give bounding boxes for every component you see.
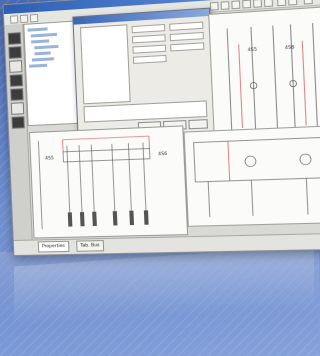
toolbar-button[interactable]	[231, 0, 241, 10]
project-tree[interactable]	[23, 20, 79, 127]
properties-dialog	[72, 7, 216, 139]
schematic-label: 4S6	[158, 151, 168, 158]
toolbar-button[interactable]	[242, 0, 252, 9]
tree-item[interactable]	[34, 51, 51, 56]
toolbar-button[interactable]	[19, 14, 29, 24]
tool-icon[interactable]	[10, 88, 24, 101]
tool-icon[interactable]	[10, 102, 25, 115]
schematic-label: 4S5	[45, 156, 54, 162]
toolbar-button[interactable]	[277, 0, 287, 7]
tool-icon[interactable]	[11, 116, 25, 129]
dialog-field[interactable]	[132, 44, 167, 54]
dialog-list-pane[interactable]	[79, 24, 131, 105]
tree-item[interactable]	[30, 32, 57, 38]
tab-bus[interactable]: Tab. Bus	[76, 240, 104, 252]
schematic-lower-svg	[30, 126, 187, 237]
schematic-lower-panel[interactable]: 4S5 4S6	[28, 125, 189, 239]
toolbar-button[interactable]	[263, 0, 274, 8]
toolbar-button[interactable]	[252, 0, 263, 8]
toolbar-button[interactable]	[29, 13, 39, 23]
toolbar-button[interactable]	[303, 0, 313, 5]
tree-item[interactable]	[34, 44, 59, 50]
tool-icon[interactable]	[8, 46, 22, 59]
tool-icon[interactable]	[9, 74, 24, 87]
schematic-detail-panel[interactable]	[183, 125, 320, 227]
help-button[interactable]	[188, 119, 208, 130]
toolbar-button[interactable]	[209, 1, 219, 11]
toolbar-button[interactable]	[220, 1, 230, 10]
schematic-label: 4S8	[284, 45, 295, 52]
tree-item[interactable]	[27, 27, 48, 32]
schematic-label: 4S5	[247, 47, 258, 54]
dialog-field[interactable]	[170, 42, 205, 52]
dialog-field[interactable]	[132, 54, 167, 64]
dialog-field[interactable]	[131, 23, 166, 34]
tree-item[interactable]	[31, 39, 50, 44]
tool-icon[interactable]	[8, 60, 23, 73]
tool-icon[interactable]	[7, 32, 22, 45]
dialog-field[interactable]	[131, 34, 166, 44]
dialog-field[interactable]	[169, 21, 204, 31]
toolbar-button[interactable]	[10, 15, 19, 24]
tree-item[interactable]	[29, 63, 48, 68]
toolbar-button[interactable]	[288, 0, 298, 6]
tree-item[interactable]	[31, 57, 55, 62]
schematic-detail-svg	[185, 126, 320, 225]
tab-properties[interactable]: Properties	[37, 240, 70, 253]
dialog-field[interactable]	[169, 31, 204, 42]
application-window: 4S5 4S8 4S5 4S6 Properties Tab. Bus	[2, 0, 320, 257]
